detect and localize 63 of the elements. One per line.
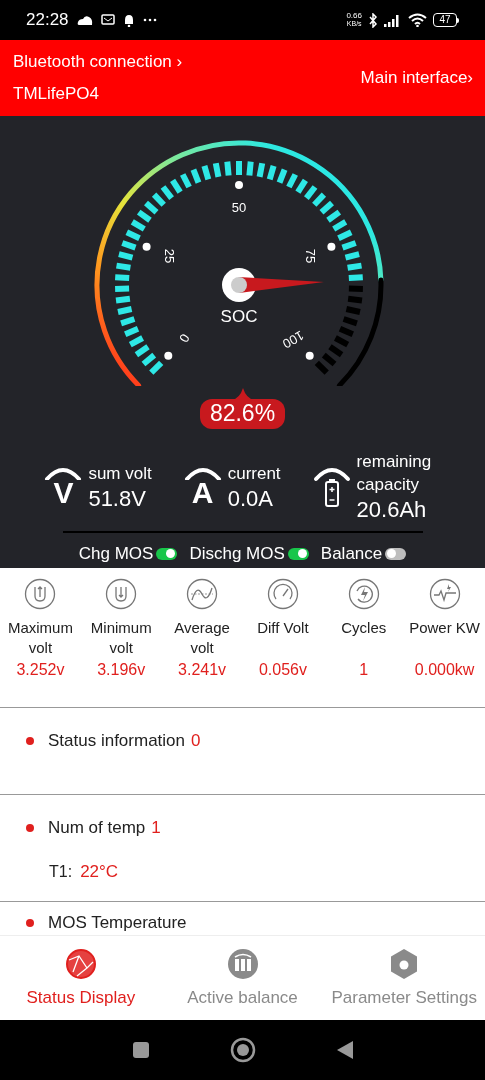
cloud-icon [76, 15, 93, 25]
scale-label: 0 [175, 331, 193, 346]
metric-value: 3.196v [97, 660, 146, 680]
bluetooth-icon [368, 12, 378, 28]
reading-value: 20.6Ah [356, 496, 428, 524]
toggle-switch[interactable] [287, 547, 309, 560]
bell-icon [122, 13, 135, 27]
scale-dot [326, 242, 335, 251]
recents-button-icon [131, 1041, 150, 1059]
scale-dot [163, 351, 172, 360]
message-icon [100, 14, 115, 26]
gauge-label: SOC [220, 307, 257, 326]
reading-label: remaining capacity [356, 451, 433, 496]
reading-value: 51.8V [88, 484, 147, 513]
metric-value: 0.056v [258, 660, 307, 680]
section-count: 1 [151, 817, 161, 839]
toggle-switch[interactable] [385, 547, 407, 560]
section-title: Num of temp [48, 817, 146, 839]
metric-label: Cycles [340, 618, 388, 638]
reading-value: 0.0A [227, 484, 274, 513]
section-title: Status information [48, 730, 185, 752]
reading-label: current [227, 462, 281, 485]
scale-dot [305, 351, 314, 360]
metric-value: 1 [359, 660, 369, 680]
metric-label: Diff Volt [256, 618, 310, 638]
metric-value: 3.252v [16, 660, 65, 680]
metric-label: Average volt [173, 618, 231, 658]
nav-tab[interactable]: Status Display [0, 936, 162, 1020]
nav-tab[interactable]: Active balance [161, 936, 324, 1020]
device-name: TMLifePO4 [13, 84, 100, 104]
switch-label: Dischg MOS [189, 543, 285, 565]
back-button-icon [335, 1040, 354, 1060]
switch-label: Chg MOS [78, 543, 154, 565]
signal-icon [384, 13, 402, 27]
wifi-icon [408, 13, 427, 27]
scale-label: 75 [302, 248, 318, 264]
battery-gauge-icon [312, 466, 351, 508]
battery-cells-icon [226, 948, 259, 980]
metric-label: Power KW [408, 618, 481, 638]
scale-label: 50 [231, 200, 246, 216]
sensor-value: 22°C [80, 861, 119, 883]
clock-time: 22:28 [26, 9, 69, 32]
switch-label: Balance [320, 543, 383, 565]
home-button-icon [229, 1037, 256, 1063]
toggle-switch[interactable] [156, 547, 178, 560]
nav-tab[interactable]: Parameter Settings [323, 936, 485, 1020]
section-count: 0 [191, 730, 201, 752]
scale-label: 100 [279, 327, 306, 352]
scale-dot [142, 242, 151, 251]
bluetooth-connection-link[interactable]: Bluetooth connection › [13, 52, 183, 72]
metric-value: 3.241v [178, 660, 227, 680]
metric-label: Minimum volt [89, 618, 153, 658]
sensor-name: T1: [49, 861, 73, 882]
scale-label: 25 [161, 248, 177, 264]
battery-indicator: 47 [433, 13, 457, 27]
main-interface-link[interactable]: Main interface› [360, 65, 473, 91]
scale-dot [234, 181, 243, 189]
more-icon [142, 18, 157, 22]
metric-label: Maximum volt [6, 618, 74, 658]
network-speed: 0.66 [346, 12, 362, 20]
metric-value: 0.000kw [414, 660, 475, 680]
reading-label: sum volt [88, 462, 152, 485]
section-title: MOS Temperature [48, 912, 187, 934]
